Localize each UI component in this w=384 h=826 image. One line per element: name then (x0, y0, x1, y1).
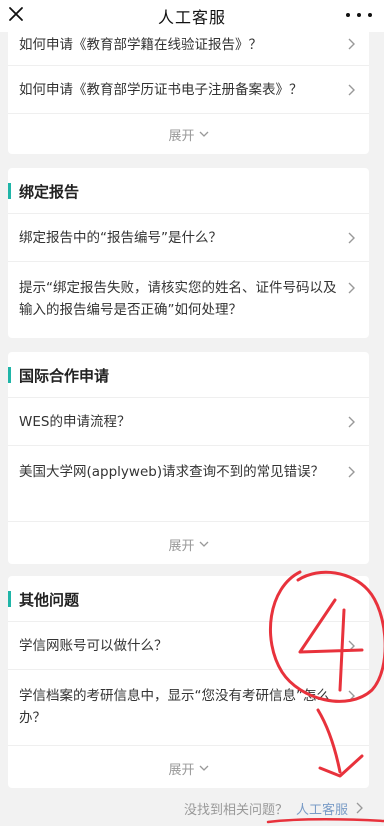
chevron-down-icon (199, 541, 208, 547)
chevron-right-icon (348, 640, 355, 652)
section-title: 国际合作申请 (19, 367, 110, 385)
faq-item-label: 绑定报告中的“报告编号”是什么？ (19, 230, 222, 246)
section-accent-bar (8, 183, 11, 199)
section-title: 绑定报告 (19, 183, 80, 201)
chevron-right-icon (348, 84, 355, 96)
expand-label: 展开 (168, 538, 195, 554)
chevron-right-icon (348, 416, 355, 428)
more-options-icon[interactable] (346, 6, 372, 24)
chevron-right-icon (356, 802, 363, 814)
section-header: 其他问题 (8, 578, 369, 622)
faq-item-label: 美国大学网(applyweb)请求查询不到的常见错误？ (19, 464, 325, 480)
chevron-right-icon (348, 466, 355, 478)
page-title: 人工客服 (157, 8, 226, 27)
faq-card-other: 其他问题 学信网账号可以做什么？ 学信档案的考研信息中，显示“您没有考研信息”怎… (8, 576, 369, 788)
chevron-right-icon (348, 232, 355, 244)
faq-card-general: 如何申请《教育部学籍在线验证报告》？ 如何申请《教育部学历证书电子注册备案表》？… (8, 22, 369, 154)
expand-label: 展开 (168, 128, 195, 144)
chevron-down-icon (199, 131, 208, 137)
faq-item-label: WES的申请流程？ (19, 414, 131, 430)
chevron-right-icon (348, 38, 355, 50)
expand-button[interactable]: 展开 (8, 114, 369, 154)
faq-item[interactable]: 美国大学网(applyweb)请求查询不到的常见错误？ (8, 446, 369, 522)
faq-item-label: 如何申请《教育部学历证书电子注册备案表》？ (19, 82, 303, 98)
faq-card-bind-report: 绑定报告 绑定报告中的“报告编号”是什么？ 提示“绑定报告失败，请核实您的姓名、… (8, 168, 369, 338)
footer-question: 没找到相关问题？ (183, 802, 288, 818)
faq-item-label: 提示“绑定报告失败，请核实您的姓名、证件号码以及输入的报告编号是否正确”如何处理… (19, 280, 337, 318)
faq-item-label: 学信网账号可以做什么？ (19, 638, 168, 654)
human-service-link[interactable]: 人工客服 (296, 799, 348, 818)
faq-item-label: 如何申请《教育部学籍在线验证报告》？ (19, 37, 262, 53)
close-icon[interactable] (4, 0, 28, 28)
chevron-right-icon (348, 282, 355, 294)
section-accent-bar (8, 591, 11, 607)
expand-button[interactable]: 展开 (8, 524, 369, 564)
section-title: 其他问题 (19, 591, 80, 609)
top-bar: 人工客服 (0, 0, 384, 32)
footer-help: 没找到相关问题？ 人工客服 (184, 796, 364, 820)
section-accent-bar (8, 367, 11, 383)
faq-item[interactable]: 如何申请《教育部学历证书电子注册备案表》？ (8, 66, 369, 114)
faq-card-international: 国际合作申请 WES的申请流程？ 美国大学网(applyweb)请求查询不到的常… (8, 352, 369, 564)
faq-item[interactable]: WES的申请流程？ (8, 398, 369, 446)
faq-item[interactable]: 学信网账号可以做什么？ (8, 622, 369, 670)
expand-button[interactable]: 展开 (8, 748, 369, 788)
faq-item-label: 学信档案的考研信息中，显示“您没有考研信息”怎么办？ (19, 688, 330, 726)
faq-item[interactable]: 绑定报告中的“报告编号”是什么？ (8, 214, 369, 262)
chevron-down-icon (199, 765, 208, 771)
section-header: 绑定报告 (8, 170, 369, 214)
faq-item[interactable]: 学信档案的考研信息中，显示“您没有考研信息”怎么办？ (8, 670, 369, 746)
expand-label: 展开 (168, 762, 195, 778)
chevron-right-icon (348, 690, 355, 702)
section-header: 国际合作申请 (8, 354, 369, 398)
faq-item[interactable]: 提示“绑定报告失败，请核实您的姓名、证件号码以及输入的报告编号是否正确”如何处理… (8, 262, 369, 338)
